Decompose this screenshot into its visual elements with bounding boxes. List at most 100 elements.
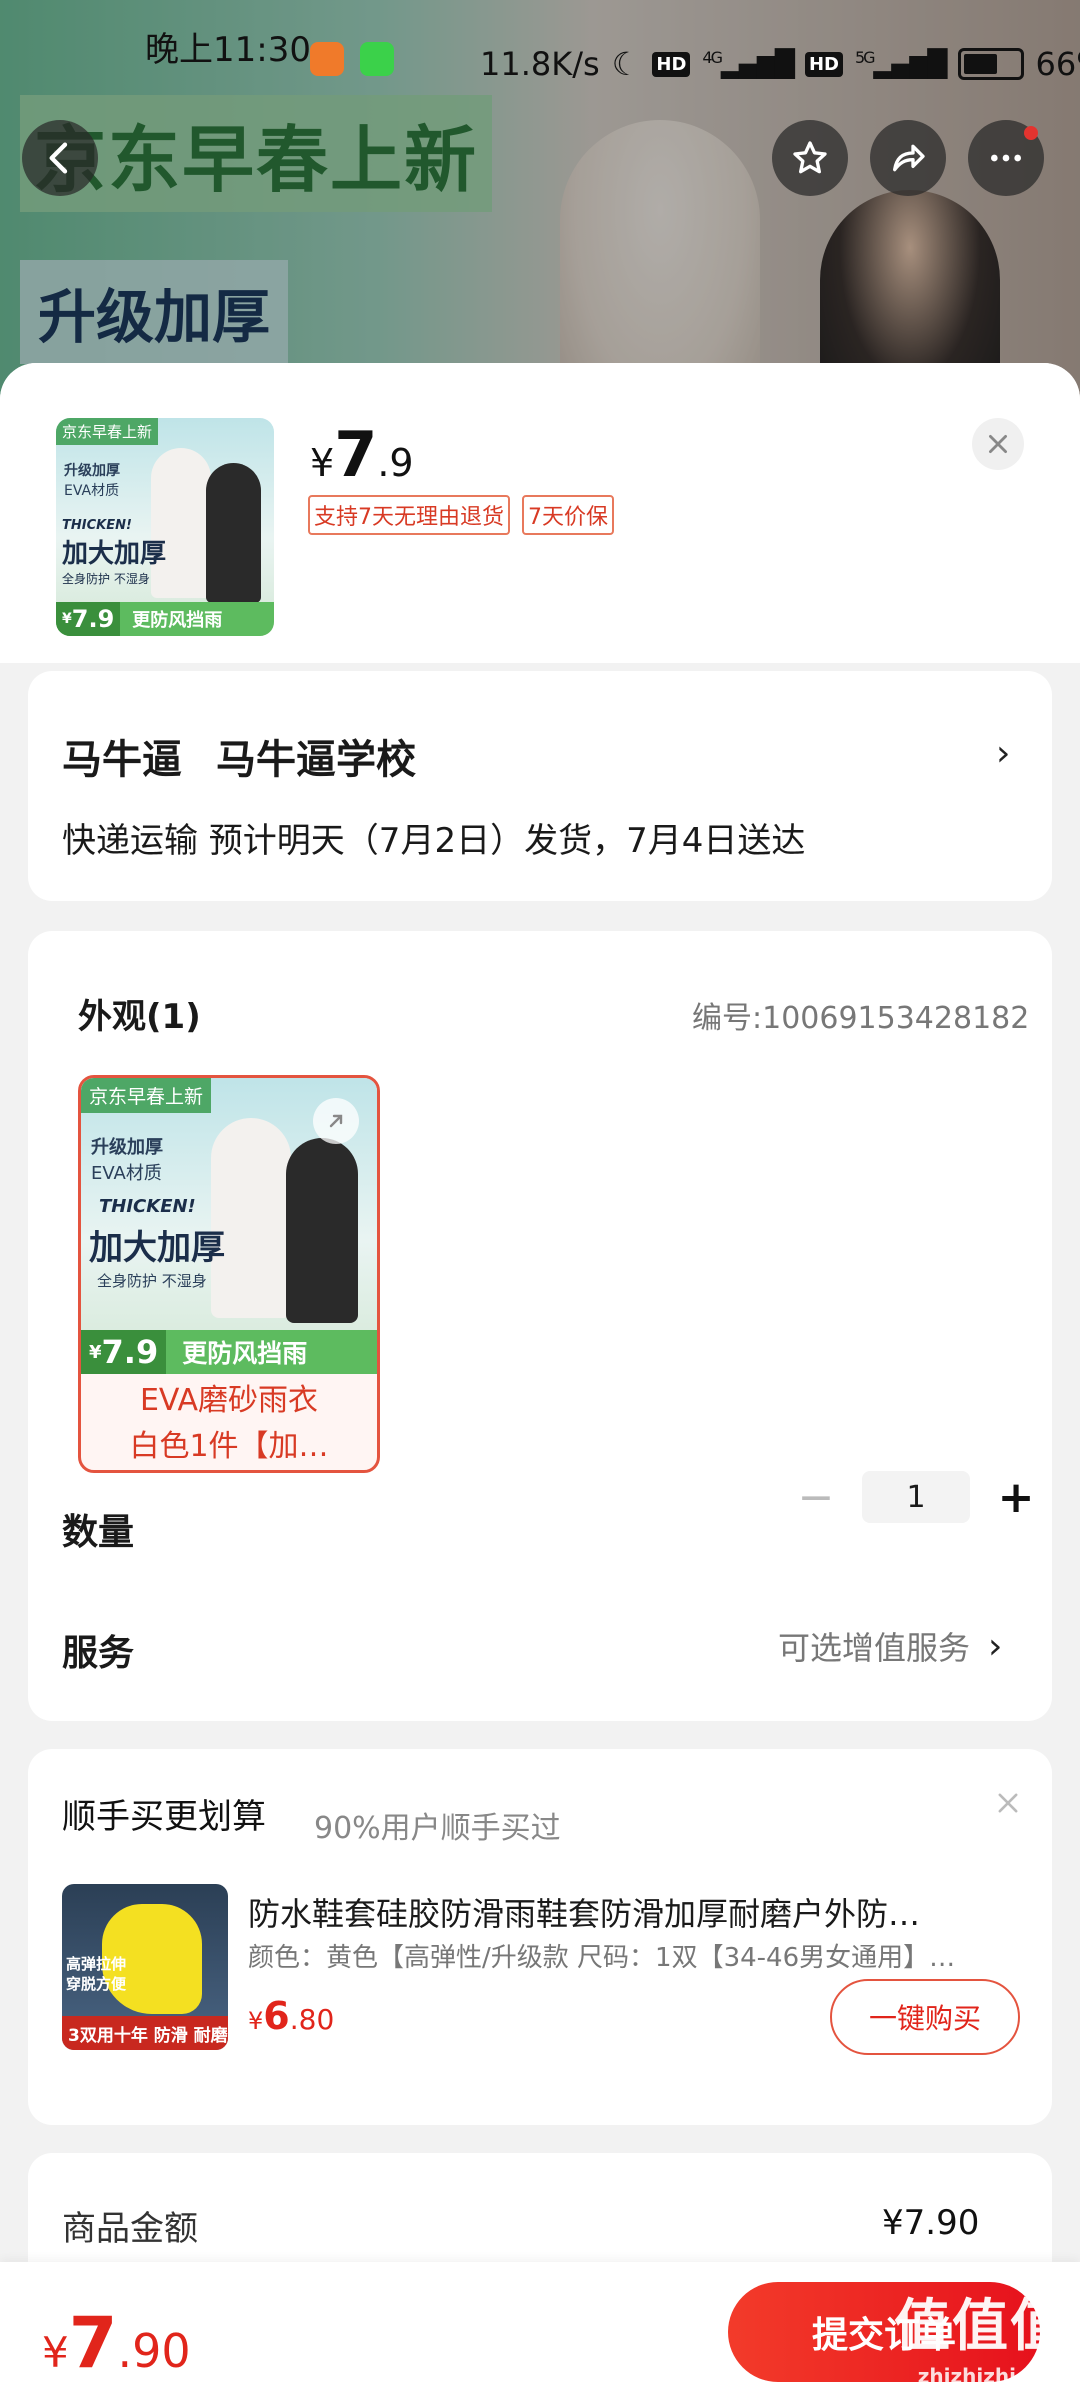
upsell-item-title[interactable]: 防水鞋套硅胶防滑雨鞋套防滑加厚耐磨户外防… [248, 1889, 1018, 1935]
close-button[interactable] [972, 418, 1024, 470]
price-protect-tag: 7天价保 [522, 495, 614, 535]
upsell-img-text1: 高弹拉伸 [66, 1955, 127, 1973]
variant-label-line2: 白色1件【加… [129, 1429, 329, 1464]
notification-app-icon [360, 42, 394, 76]
receiver-place: 马牛逼学校 [216, 737, 416, 783]
price-symbol: ¥ [42, 2328, 69, 2377]
upsell-img-band: 3双用十年 防滑 耐磨 [62, 2016, 228, 2050]
moon-icon: ☾ [611, 45, 641, 83]
upsell-item-spec: 颜色：黄色【高弹性/升级款 尺码：1双【34-46男女通用】… [248, 1943, 956, 1973]
goods-amount-value: ¥7.90 [882, 2203, 980, 2243]
variant-line3: THICKEN! [99, 1196, 196, 1217]
upsell-subtitle: 90%用户顺手买过 [314, 1811, 561, 1846]
hd-badge: HD [804, 51, 843, 77]
share-button[interactable] [870, 120, 946, 196]
variant-label-line1: EVA磨砂雨衣 [139, 1383, 319, 1418]
service-label: 服务 [62, 1633, 135, 1674]
upsell-item-price: ¥6.80 [248, 1994, 334, 2038]
variant-price: ¥7.9 [81, 1330, 167, 1374]
address-name: 马牛逼 马牛逼学校 [62, 727, 416, 785]
variant-image: 京东早春上新 升级加厚 EVA材质 THICKEN! 加大加厚 全身防护 不湿身 … [81, 1078, 377, 1374]
variant-corner-tag: 京东早春上新 [81, 1078, 212, 1113]
chevron-right-icon: › [988, 1625, 1003, 1667]
more-button[interactable] [968, 120, 1044, 196]
close-icon [998, 1793, 1018, 1813]
one-click-buy-button[interactable]: 一键购买 [830, 1979, 1020, 2055]
decrease-button[interactable]: − [796, 1472, 836, 1523]
chevron-right-icon: › [996, 733, 1011, 774]
appearance-title: 外观(1) [78, 997, 201, 1037]
variant-line4: 全身防护 不湿身 [97, 1272, 207, 1290]
upsell-title: 顺手买更划算 [62, 1797, 266, 1837]
product-price: ¥7.9 [310, 418, 414, 491]
expand-image-button[interactable] [313, 1098, 359, 1144]
dismiss-upsell-button[interactable] [994, 1789, 1022, 1821]
signal-icon: 4G▂▄▆█ [702, 48, 795, 80]
signal-icon: 5G▂▄▆█ [854, 48, 948, 80]
variant-line1: 升级加厚 [91, 1137, 163, 1158]
status-indicators: 11.8K/s ☾ HD 4G▂▄▆█ HD 5G▂▄▆█ 66% [480, 45, 1080, 83]
share-icon [893, 144, 925, 172]
net-speed: 11.8K/s [480, 45, 600, 83]
service-selector[interactable]: 可选增值服务 › [778, 1623, 1002, 1669]
thumb-line1: 升级加厚 [64, 463, 120, 479]
variant-white-coat [211, 1118, 291, 1318]
thumb-line3: THICKEN! [62, 518, 132, 533]
signal-type: 4G [702, 48, 723, 68]
upsell-product-image[interactable]: 高弹拉伸穿脱方便 3双用十年 防滑 耐磨 [62, 1884, 228, 2050]
signal-type: 5G [854, 48, 876, 68]
close-icon [989, 435, 1007, 453]
thumb-line: 升级加厚 EVA材质 [64, 460, 120, 500]
thumb-slogan: 更防风挡雨 [132, 610, 223, 631]
status-bar: 晚上11:30 11.8K/s ☾ HD 4G▂▄▆█ HD 5G▂▄▆█ 66… [0, 0, 1080, 90]
checkout-bar: ¥7.90 提交订单 值值值 zhizhizhi.com [0, 2262, 1080, 2400]
expand-arrow-icon [329, 1114, 343, 1128]
upsell-card: 顺手买更划算 90%用户顺手买过 高弹拉伸穿脱方便 3双用十年 防滑 耐磨 防水… [28, 1749, 1052, 2125]
notification-app-icon [310, 42, 344, 76]
thumb-corner-tag: 京东早春上新 [56, 418, 159, 445]
hd-badge: HD [652, 51, 691, 77]
price-integer: 7 [68, 2302, 118, 2384]
thumb-line2: EVA材质 [64, 483, 120, 499]
spec-card: 外观(1) 编号:10069153428182 京东早春上新 升级加厚 EVA材质… [28, 931, 1052, 1721]
status-time: 晚上11:30 [145, 30, 311, 70]
variant-black-coat [286, 1138, 358, 1323]
battery-percent: 66% [1035, 45, 1080, 83]
return-policy-tag: 支持7天无理由退货 [308, 495, 510, 535]
address-card[interactable]: 马牛逼 马牛逼学校 快递运输 预计明天（7月2日）发货，7月4日送达 › [28, 671, 1052, 901]
back-button[interactable] [22, 120, 98, 196]
thumb-price: ¥7.9 [56, 602, 121, 636]
variant-price-value: 7.9 [101, 1333, 159, 1371]
thumb-headline: THICKEN! 加大加厚 全身防护 不湿身 [62, 518, 166, 587]
price-decimal: .9 [377, 441, 414, 485]
variant-line2: EVA材质 [91, 1163, 162, 1184]
battery-icon [957, 48, 1024, 80]
product-thumbnail[interactable]: 京东早春上新 升级加厚 EVA材质 THICKEN! 加大加厚 全身防护 不湿身 ¥7… [56, 418, 274, 636]
thumb-price-value: 7.9 [71, 605, 115, 633]
favorite-button[interactable] [772, 120, 848, 196]
quantity-value[interactable]: 1 [862, 1471, 970, 1523]
thumb-price-bar: ¥7.9 更防风挡雨 [56, 602, 274, 636]
delivery-estimate: 快递运输 预计明天（7月2日）发货，7月4日送达 [62, 821, 806, 861]
watermark-logo: 值值值 [894, 2294, 1068, 2359]
upsell-img-text: 高弹拉伸 穿脱方便 [66, 1954, 126, 1994]
increase-button[interactable]: + [996, 1472, 1036, 1523]
price-integer: 7 [334, 418, 378, 491]
upsell-img-text2: 穿脱方便 [66, 1975, 127, 1993]
quantity-stepper: − 1 + [796, 1471, 1036, 1523]
more-dots-icon [991, 154, 1021, 162]
goods-amount-label: 商品金额 [62, 2209, 198, 2249]
variant-headline: 加大加厚 [89, 1228, 225, 1268]
price-symbol: ¥ [310, 441, 335, 485]
variant-option-selected[interactable]: 京东早春上新 升级加厚 EVA材质 THICKEN! 加大加厚 全身防护 不湿身 … [78, 1075, 380, 1473]
total-price: ¥7.90 [42, 2302, 191, 2384]
battery-fill [963, 54, 997, 74]
watermark-site: zhizhizhi.com [917, 2364, 1070, 2388]
price-decimal: .90 [117, 2324, 191, 2378]
thumb-headline-text: 加大加厚 [62, 539, 167, 569]
variant-img-line: 升级加厚 EVA材质 [91, 1133, 163, 1185]
star-icon [793, 141, 827, 174]
variant-slogan: 更防风挡雨 [182, 1339, 308, 1368]
receiver-name: 马牛逼 [62, 737, 182, 783]
item-number: 编号:10069153428182 [692, 1001, 1030, 1036]
